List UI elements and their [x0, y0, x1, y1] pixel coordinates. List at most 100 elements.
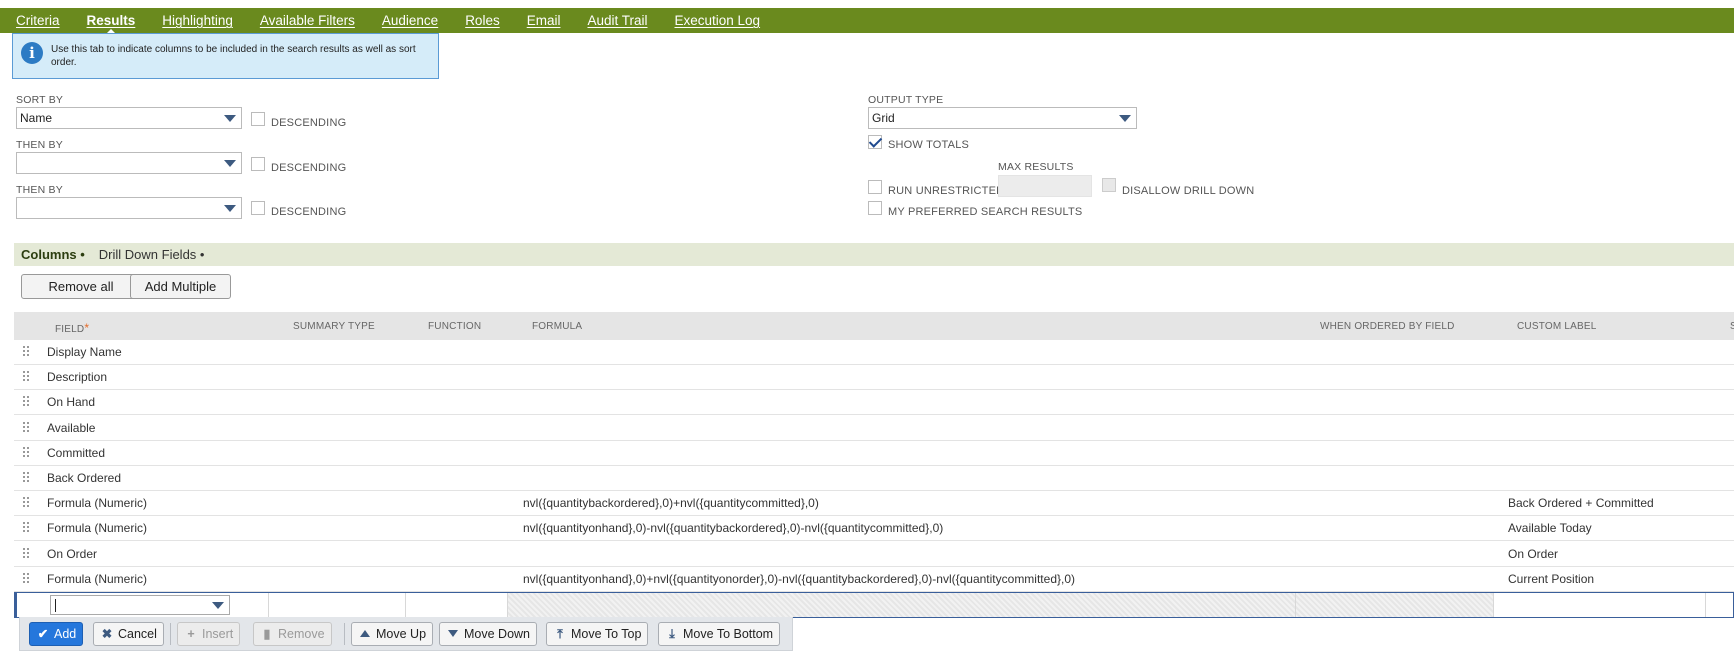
- separator: [344, 623, 345, 645]
- output-type-select[interactable]: Grid: [868, 107, 1137, 129]
- arrow-up-icon: [358, 623, 372, 645]
- subtab-bar: Columns • Drill Down Fields •: [14, 243, 1734, 266]
- table-row[interactable]: On Order On Order: [14, 542, 1734, 567]
- sort-by-select[interactable]: Name: [16, 107, 242, 129]
- cell-field: Back Ordered: [47, 471, 122, 485]
- arrow-down-icon: [446, 623, 460, 645]
- max-results-input[interactable]: [998, 175, 1092, 197]
- add-multiple-button[interactable]: Add Multiple: [130, 274, 231, 299]
- drag-handle-icon[interactable]: [23, 447, 29, 459]
- tab-results[interactable]: Results: [87, 13, 135, 34]
- descending-checkbox-3[interactable]: [251, 201, 265, 215]
- plus-icon: +: [187, 627, 195, 641]
- top-tab-bar: Criteria Results Highlighting Available Fil…: [0, 8, 1734, 34]
- max-results-label: MAX RESULTS: [998, 161, 1074, 173]
- tab-roles[interactable]: Roles: [465, 13, 500, 28]
- header-function: FUNCTION: [428, 321, 482, 332]
- cell-formula: nvl({quantityonhand},0)-nvl({quantitybac…: [523, 521, 944, 535]
- add-button[interactable]: ✔ Add: [29, 622, 84, 646]
- cell-field: On Order: [47, 547, 98, 561]
- cell-field: Display Name: [47, 345, 122, 359]
- show-totals-checkbox[interactable]: [868, 135, 882, 149]
- move-to-bottom-button[interactable]: ⤓ Move To Bottom: [658, 622, 781, 646]
- chevron-down-icon: [224, 160, 236, 167]
- cell-field: Formula (Numeric): [47, 496, 148, 510]
- then-by-label-2: THEN BY: [16, 184, 63, 196]
- move-up-button[interactable]: Move Up: [351, 622, 434, 646]
- edit-function-cell[interactable]: [406, 593, 508, 617]
- move-to-top-button[interactable]: ⤒ Move To Top: [546, 622, 649, 646]
- drag-handle-icon[interactable]: [23, 422, 29, 434]
- remove-all-button[interactable]: Remove all: [21, 274, 141, 299]
- tab-email[interactable]: Email: [527, 13, 561, 28]
- descending-checkbox-1[interactable]: [251, 112, 265, 126]
- cell-field: Committed: [47, 446, 106, 460]
- run-unrestricted-checkbox[interactable]: [868, 180, 882, 194]
- text-cursor: [55, 599, 56, 612]
- move-to-top-icon: ⤒: [557, 627, 563, 641]
- insert-button[interactable]: + Insert: [177, 622, 241, 646]
- cell-field: Description: [47, 370, 108, 384]
- descending-checkbox-2[interactable]: [251, 157, 265, 171]
- trash-icon: ▮: [263, 627, 271, 641]
- drag-handle-icon[interactable]: [23, 522, 29, 534]
- move-down-button[interactable]: Move Down: [439, 622, 537, 646]
- header-formula: FORMULA: [532, 321, 583, 332]
- drag-handle-icon[interactable]: [23, 396, 29, 408]
- cell-custom-label: Available Today: [1508, 521, 1592, 535]
- cell-field: Formula (Numeric): [47, 572, 148, 586]
- then-by-select-1[interactable]: [16, 152, 242, 174]
- cell-custom-label: Back Ordered + Committed: [1508, 496, 1654, 510]
- edit-when-ordered-cell: [1296, 593, 1494, 617]
- table-row[interactable]: Back Ordered: [14, 466, 1734, 491]
- tab-highlighting[interactable]: Highlighting: [162, 13, 233, 28]
- table-row[interactable]: On Hand: [14, 390, 1734, 415]
- row-action-bar: ✔ Add ✖ Cancel + Insert ▮ Remove Move Up Mov…: [19, 617, 793, 651]
- subtab-drill-down-fields[interactable]: Drill Down Fields •: [99, 247, 205, 262]
- table-row[interactable]: Formula (Numeric) nvl({quantityonhand},0)…: [14, 567, 1734, 592]
- tab-audit-trail[interactable]: Audit Trail: [587, 13, 647, 28]
- header-when-ordered: WHEN ORDERED BY FIELD: [1320, 321, 1455, 332]
- remove-button[interactable]: ▮ Remove: [253, 622, 332, 646]
- table-row[interactable]: Available: [14, 416, 1734, 441]
- cancel-button[interactable]: ✖ Cancel: [93, 622, 164, 646]
- required-mark: *: [84, 321, 90, 335]
- info-icon: i: [21, 42, 43, 64]
- table-row[interactable]: Display Name: [14, 340, 1734, 365]
- subtab-columns[interactable]: Columns •: [21, 247, 85, 262]
- header-summary-type: SUMMARY TYPE: [293, 321, 375, 332]
- tab-available-filters[interactable]: Available Filters: [260, 13, 355, 28]
- drag-handle-icon[interactable]: [23, 371, 29, 383]
- chevron-down-icon: [224, 205, 236, 212]
- descending-label-1: DESCENDING: [271, 117, 347, 129]
- chevron-down-icon: [1119, 115, 1131, 122]
- drag-handle-icon[interactable]: [23, 346, 29, 358]
- edit-row[interactable]: [14, 592, 1734, 618]
- preferred-results-checkbox[interactable]: [868, 201, 882, 215]
- table-row[interactable]: Description: [14, 365, 1734, 390]
- drag-handle-icon[interactable]: [23, 573, 29, 585]
- output-type-label: OUTPUT TYPE: [868, 94, 944, 106]
- chevron-down-icon: [212, 602, 224, 609]
- tab-audience[interactable]: Audience: [382, 13, 438, 28]
- header-field: FIELD*: [55, 321, 90, 335]
- disallow-drill-down-checkbox[interactable]: [1102, 178, 1116, 192]
- drag-handle-icon[interactable]: [23, 472, 29, 484]
- cell-formula: nvl({quantityonhand},0)+nvl({quantityono…: [523, 572, 1075, 586]
- table-row[interactable]: Committed: [14, 441, 1734, 466]
- drag-handle-icon[interactable]: [23, 548, 29, 560]
- descending-label-2: DESCENDING: [271, 162, 347, 174]
- grid-header: FIELD* SUMMARY TYPE FUNCTION FORMULA WHE…: [14, 312, 1734, 340]
- edit-summary-cell[interactable]: [269, 593, 406, 617]
- run-unrestricted-label: RUN UNRESTRICTED: [888, 185, 1005, 197]
- tab-execution-log[interactable]: Execution Log: [675, 13, 761, 28]
- then-by-select-2[interactable]: [16, 197, 242, 219]
- tab-criteria[interactable]: Criteria: [16, 13, 60, 28]
- drag-handle-icon[interactable]: [23, 497, 29, 509]
- edit-formula-cell: [508, 593, 1296, 617]
- edit-custom-label-cell[interactable]: [1494, 593, 1706, 617]
- table-row[interactable]: Formula (Numeric) nvl({quantityonhand},0)…: [14, 516, 1734, 541]
- edit-field-select[interactable]: [50, 595, 230, 615]
- move-to-bottom-icon: ⤓: [669, 627, 675, 641]
- table-row[interactable]: Formula (Numeric) nvl({quantitybackordere…: [14, 491, 1734, 516]
